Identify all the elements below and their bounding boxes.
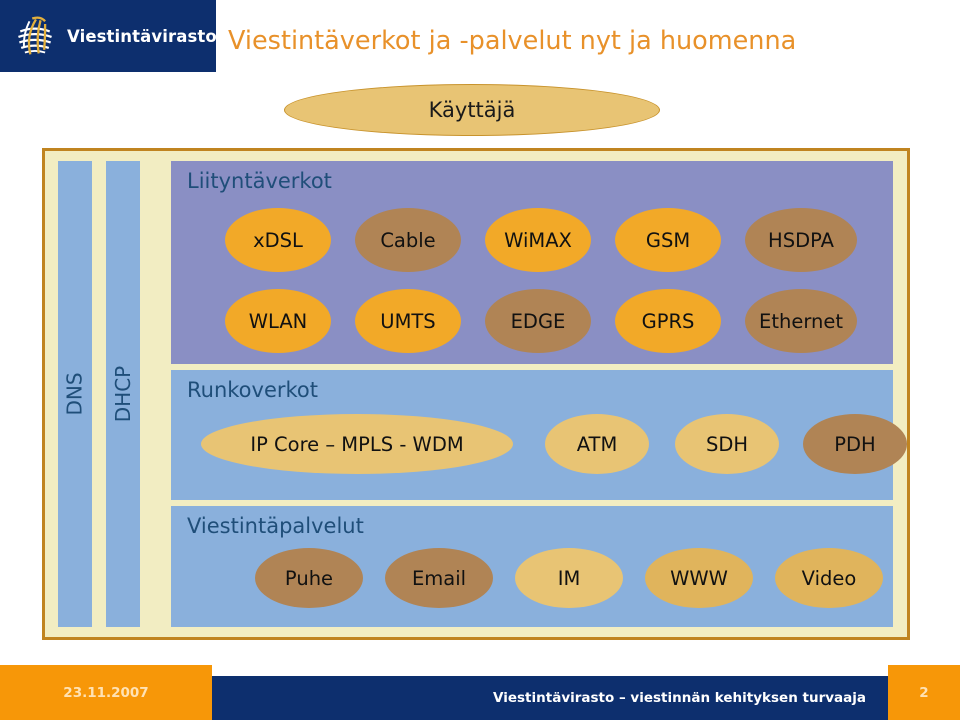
footer-page-block: 2 (888, 665, 960, 720)
node-gprs: GPRS (615, 289, 721, 353)
node-label: GSM (645, 228, 691, 252)
node-label: WWW (670, 566, 728, 590)
node-wlan: WLAN (225, 289, 331, 353)
band-runkoverkot: Runkoverkot IP Core – MPLS - WDM ATM SDH PD… (171, 370, 907, 500)
node-label: Video (801, 566, 857, 590)
node-atm: ATM (545, 414, 649, 474)
vertical-column-label: DHCP (111, 365, 135, 423)
node-www: WWW (645, 548, 753, 608)
vertical-column-dns: DNS (58, 161, 92, 627)
band-label: Viestintäpalvelut (187, 514, 364, 538)
node-label: Cable (380, 228, 436, 252)
globe-icon (18, 16, 52, 56)
node-umts: UMTS (355, 289, 461, 353)
node-label: IM (557, 566, 581, 590)
band-label: Liityntäverkot (187, 169, 332, 193)
band-label: Runkoverkot (187, 378, 319, 402)
node-sdh: SDH (675, 414, 779, 474)
node-puhe: Puhe (255, 548, 363, 608)
network-diagram: DNS DHCP Liityntäverkot xDSL Cable WiMAX GS… (42, 148, 910, 640)
node-label: xDSL (253, 228, 303, 252)
node-pdh: PDH (803, 414, 907, 474)
page-number: 2 (919, 684, 929, 701)
node-ip-core-mpls-wdm: IP Core – MPLS - WDM (201, 414, 513, 474)
band-viestintapalvelut: Viestintäpalvelut Puhe Email IM WWW Video (171, 506, 893, 627)
node-label: GPRS (641, 309, 695, 333)
node-label: PDH (834, 432, 876, 456)
footer-date: 23.11.2007 (63, 684, 149, 701)
node-email: Email (385, 548, 493, 608)
logo-block: Viestintävirasto (0, 0, 217, 72)
node-label: ATM (576, 432, 618, 456)
node-label: Ethernet (759, 309, 843, 333)
node-label: Puhe (284, 566, 334, 590)
node-label: Email (411, 566, 467, 590)
node-gsm: GSM (615, 208, 721, 272)
node-ethernet: Ethernet (745, 289, 857, 353)
node-edge: EDGE (485, 289, 591, 353)
node-im: IM (515, 548, 623, 608)
node-label: UMTS (380, 309, 436, 333)
node-hsdpa: HSDPA (745, 208, 857, 272)
node-label: Käyttäjä (428, 98, 516, 122)
node-kayttaja: Käyttäjä (284, 84, 660, 136)
footer-tagline: Viestintävirasto – viestinnän kehityksen… (493, 690, 866, 706)
footer-date-block: 23.11.2007 (0, 665, 212, 720)
node-label: IP Core – MPLS - WDM (250, 432, 464, 456)
page-title: Viestintäverkot ja -palvelut nyt ja huom… (228, 26, 797, 56)
node-label: WiMAX (504, 228, 572, 252)
node-wimax: WiMAX (485, 208, 591, 272)
vertical-column-label: DNS (63, 372, 87, 416)
band-liityntaverkot: Liityntäverkot xDSL Cable WiMAX GSM HSDPA WLA… (171, 161, 893, 364)
node-label: EDGE (510, 309, 566, 333)
vertical-column-dhcp: DHCP (106, 161, 140, 627)
footer-bar: Viestintävirasto – viestinnän kehityksen… (212, 676, 888, 720)
logo-text: Viestintävirasto (67, 26, 217, 46)
node-label: WLAN (248, 309, 308, 333)
node-label: SDH (705, 432, 749, 456)
node-cable: Cable (355, 208, 461, 272)
node-label: HSDPA (768, 228, 834, 252)
node-xdsl: xDSL (225, 208, 331, 272)
node-video: Video (775, 548, 883, 608)
